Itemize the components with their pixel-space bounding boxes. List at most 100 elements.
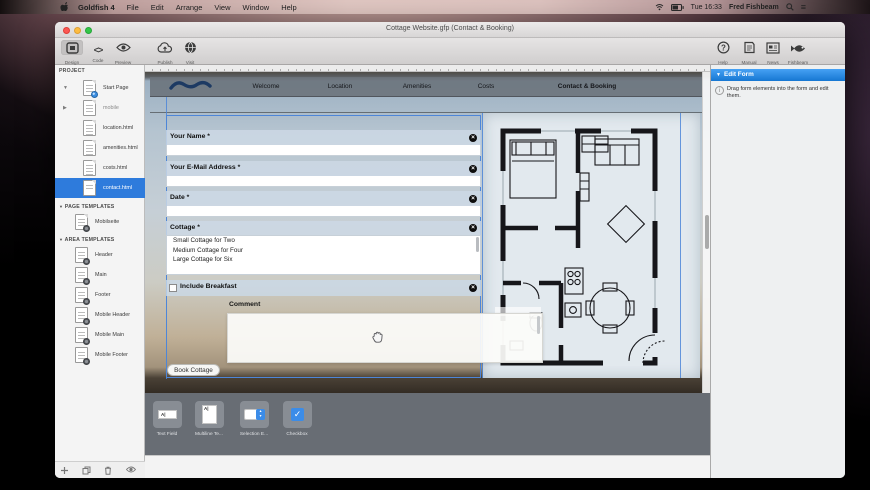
menu-arrange[interactable]: Arrange (176, 3, 203, 12)
gear-badge-icon (83, 225, 90, 232)
grab-hand-cursor (371, 330, 384, 344)
nav-location[interactable]: Location (328, 83, 353, 90)
tray-selection-element[interactable]: ▲ ▼ (240, 401, 269, 428)
manual-button[interactable]: Manual (736, 40, 762, 65)
menu-help[interactable]: Help (281, 3, 296, 12)
sidebar-item-mobile[interactable]: ▶ mobile (55, 98, 145, 118)
email-input[interactable] (166, 176, 481, 187)
menu-view[interactable]: View (214, 3, 230, 12)
page-viewport[interactable]: Welcome Location Amenities Costs Contact… (145, 72, 710, 393)
publish-button[interactable]: Publish (152, 40, 178, 65)
form-field-name[interactable]: Your Name * × (166, 130, 481, 145)
globe-badge-icon (91, 91, 98, 98)
wifi-icon[interactable] (655, 3, 664, 11)
area-templates-header[interactable]: ▼ AREA TEMPLATES (59, 237, 114, 243)
menu-file[interactable]: File (127, 3, 139, 12)
fishbeam-button[interactable]: Fishbeam (785, 40, 811, 65)
battery-icon[interactable] (670, 3, 684, 11)
scrollbar-thumb[interactable] (705, 215, 709, 249)
nav-costs[interactable]: Costs (478, 83, 495, 90)
disclosure-right-icon[interactable]: ▶ (63, 105, 67, 111)
comment-label: Comment (229, 301, 261, 308)
delete-field-icon[interactable]: × (469, 133, 477, 142)
sidebar-item-page-template[interactable]: Mobilseite (55, 212, 145, 232)
delete-field-icon[interactable]: × (469, 284, 477, 292)
template-document-icon (75, 287, 90, 305)
sidebar-item-costs[interactable]: costs.html (55, 158, 145, 178)
gear-badge-icon (83, 278, 90, 285)
menu-bar: Goldfish 4 File Edit Arrange View Window… (0, 0, 870, 14)
nav-welcome[interactable]: Welcome (253, 83, 280, 90)
apple-menu-icon[interactable] (60, 2, 68, 12)
form-field-breakfast[interactable]: Include Breakfast × (166, 280, 481, 296)
sidebar-bottom-bar (55, 461, 145, 478)
form-field-email[interactable]: Your E-Mail Address * × (166, 161, 481, 176)
sidebar-item-start-page[interactable]: ▼ Start Page (55, 78, 145, 98)
sidebar-item-template-main[interactable]: Main (55, 265, 145, 285)
panel-hint-text: Drag form elements into the form and edi… (727, 86, 829, 99)
checkbox-icon: ✓ (291, 408, 304, 421)
textarea-scrollbar[interactable] (537, 316, 540, 334)
guide-line-right (680, 113, 681, 378)
delete-field-icon[interactable]: × (469, 194, 477, 203)
nav-amenities[interactable]: Amenities (403, 83, 432, 90)
help-button[interactable]: ? Help (710, 40, 736, 65)
book-icon (738, 40, 760, 55)
menu-app-name[interactable]: Goldfish 4 (78, 3, 115, 12)
listbox-option[interactable]: Medium Cottage for Four (167, 246, 480, 256)
date-input[interactable] (166, 206, 481, 217)
page-templates-header[interactable]: ▼ PAGE TEMPLATES (59, 204, 114, 210)
document-icon (83, 140, 96, 156)
info-icon: i (715, 86, 724, 95)
comment-textarea[interactable] (227, 313, 543, 363)
listbox-option[interactable]: Small Cottage for Two (167, 236, 480, 246)
title-bar[interactable]: Cottage Website.gfp (Contact & Booking) (55, 22, 845, 38)
sidebar-item-template-header[interactable]: Header (55, 245, 145, 265)
nav-contact-booking[interactable]: Contact & Booking (558, 83, 617, 90)
site-navbar[interactable]: Welcome Location Amenities Costs Contact… (150, 77, 702, 97)
form-field-date[interactable]: Date * × (166, 191, 481, 206)
visit-button[interactable]: Visit (177, 40, 203, 65)
listbox-scrollbar[interactable] (476, 237, 479, 252)
notification-center-icon[interactable]: ≡ (801, 3, 806, 12)
canvas-ruler (145, 65, 710, 72)
tray-checkbox[interactable]: ✓ (283, 401, 312, 428)
menu-window[interactable]: Window (243, 3, 270, 12)
visibility-eye-icon[interactable] (126, 466, 136, 475)
add-item-icon[interactable] (60, 466, 69, 475)
sidebar-item-amenities[interactable]: amenities.html (55, 138, 145, 158)
menu-edit[interactable]: Edit (151, 3, 164, 12)
canvas-scrollbar[interactable] (702, 72, 710, 393)
delete-field-icon[interactable]: × (469, 224, 477, 232)
sidebar-item-template-mobile-header[interactable]: Mobile Header (55, 305, 145, 325)
sidebar-item-template-footer[interactable]: Footer (55, 285, 145, 305)
trash-icon[interactable] (104, 466, 113, 475)
form-field-cottage[interactable]: Cottage * × (166, 221, 481, 235)
cottage-listbox[interactable]: Small Cottage for Two Medium Cottage for… (166, 235, 481, 275)
news-button[interactable]: News (760, 40, 786, 65)
design-canvas[interactable]: Welcome Location Amenities Costs Contact… (145, 65, 710, 478)
duplicate-icon[interactable] (82, 466, 91, 475)
book-cottage-button[interactable]: Book Cottage (167, 364, 220, 376)
tray-multiline-text[interactable]: A| (195, 401, 224, 428)
tray-text-field[interactable]: A| (153, 401, 182, 428)
name-input[interactable] (166, 145, 481, 156)
sidebar-item-template-mobile-footer[interactable]: Mobile Footer (55, 345, 145, 365)
sidebar-item-contact[interactable]: contact.html (55, 178, 145, 198)
design-button[interactable]: Design (59, 40, 85, 65)
help-icon: ? (712, 40, 734, 55)
preview-button[interactable]: Preview (110, 40, 136, 65)
delete-field-icon[interactable]: × (469, 164, 477, 173)
listbox-option[interactable]: Large Cottage for Six (167, 255, 480, 265)
breakfast-checkbox[interactable] (169, 284, 177, 292)
sidebar-item-template-mobile-main[interactable]: Mobile Main (55, 325, 145, 345)
disclosure-down-icon[interactable]: ▼ (63, 85, 68, 91)
menu-user[interactable]: Fred Fishbeam (729, 4, 779, 11)
sidebar-item-location[interactable]: location.html (55, 118, 145, 138)
menu-clock[interactable]: Tue 16:33 (691, 4, 722, 11)
code-button[interactable]: <> Code (85, 40, 111, 63)
edit-form-header[interactable]: ▼ Edit Form (711, 69, 845, 81)
text-field-icon: A| (158, 410, 177, 419)
spotlight-search-icon[interactable] (785, 3, 794, 11)
design-icon (61, 40, 83, 55)
